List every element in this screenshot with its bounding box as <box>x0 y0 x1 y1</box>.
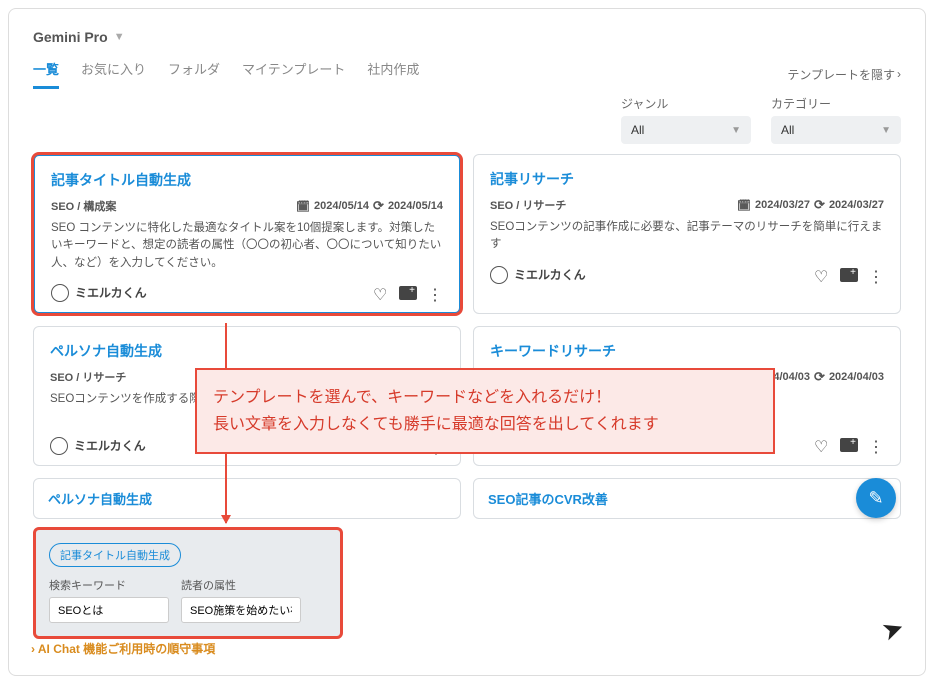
breadcrumb: SEO / 構成案 <box>51 198 116 214</box>
chevron-down-icon: ▼ <box>731 125 741 136</box>
keyword-label: 検索キーワード <box>49 577 169 593</box>
template-card[interactable]: 記事タイトル自動生成 SEO / 構成案 2024/05/14 2024/05/… <box>33 154 461 314</box>
selected-template-chip[interactable]: 記事タイトル自動生成 <box>49 543 181 567</box>
folder-add-icon[interactable] <box>840 438 858 452</box>
folder-add-icon[interactable] <box>399 286 417 300</box>
template-card-mini[interactable]: ペルソナ自動生成 <box>33 478 461 519</box>
heart-icon[interactable] <box>814 267 830 283</box>
more-icon[interactable] <box>427 285 443 301</box>
category-select[interactable]: All ▼ <box>771 116 901 144</box>
compliance-link[interactable]: AI Chat 機能ご利用時の順守事項 <box>31 640 215 657</box>
updated-date: 2024/05/14 <box>388 200 443 212</box>
card-title: キーワードリサーチ <box>490 341 884 361</box>
refresh-icon <box>814 369 825 385</box>
tab-favorites[interactable]: お気に入り <box>81 59 146 89</box>
tab-list[interactable]: 一覧 <box>33 59 59 89</box>
author: ミエルカくん <box>51 284 147 302</box>
genre-label: ジャンル <box>621 95 751 112</box>
updated-date: 2024/04/03 <box>829 371 884 383</box>
avatar-icon <box>50 437 68 455</box>
card-title: ペルソナ自動生成 <box>50 341 444 361</box>
breadcrumb: SEO / リサーチ <box>490 197 566 213</box>
hide-templates-link[interactable]: テンプレートを隠す › <box>787 66 901 83</box>
send-icon[interactable] <box>882 614 904 645</box>
card-title: 記事リサーチ <box>490 169 884 189</box>
heart-icon[interactable] <box>373 285 389 301</box>
attribute-input[interactable] <box>181 597 301 623</box>
calendar-icon <box>737 199 751 212</box>
created-date: 2024/03/27 <box>755 199 810 211</box>
annotation-callout: テンプレートを選んで、キーワードなどを入れるだけ！ 長い文章を入力しなくても勝手… <box>195 368 775 454</box>
more-icon[interactable] <box>868 267 884 283</box>
refresh-icon <box>373 198 384 214</box>
chevron-down-icon: ▼ <box>881 125 891 136</box>
model-selector[interactable]: Gemini Pro ▼ <box>33 29 901 45</box>
card-description: SEOコンテンツの記事作成に必要な、記事テーマのリサーチを簡単に行えます <box>490 219 884 254</box>
input-panel: 記事タイトル自動生成 検索キーワード 読者の属性 <box>33 527 343 639</box>
attribute-label: 読者の属性 <box>181 577 301 593</box>
author: ミエルカくん <box>50 437 146 455</box>
category-label: カテゴリー <box>771 95 901 112</box>
card-description: SEO コンテンツに特化した最適なタイトル案を10個提案します。対策したいキーワ… <box>51 220 443 272</box>
card-title: 記事タイトル自動生成 <box>51 170 443 190</box>
tab-folder[interactable]: フォルダ <box>168 59 220 89</box>
updated-date: 2024/03/27 <box>829 199 884 211</box>
breadcrumb: SEO / リサーチ <box>50 369 126 385</box>
heart-icon[interactable] <box>814 437 830 453</box>
avatar-icon <box>490 266 508 284</box>
genre-select[interactable]: All ▼ <box>621 116 751 144</box>
tabs: 一覧 お気に入り フォルダ マイテンプレート 社内作成 <box>33 59 419 89</box>
keyword-input[interactable] <box>49 597 169 623</box>
created-date: 2024/05/14 <box>314 200 369 212</box>
calendar-icon <box>296 200 310 213</box>
avatar-icon <box>51 284 69 302</box>
author: ミエルカくん <box>490 266 586 284</box>
tab-my-templates[interactable]: マイテンプレート <box>242 59 345 89</box>
chevron-down-icon: ▼ <box>114 31 125 43</box>
model-name: Gemini Pro <box>33 29 108 45</box>
more-icon[interactable] <box>868 437 884 453</box>
tab-internal[interactable]: 社内作成 <box>367 59 419 89</box>
template-card[interactable]: 記事リサーチ SEO / リサーチ 2024/03/27 2024/03/27 … <box>473 154 901 314</box>
edit-fab[interactable] <box>856 478 896 518</box>
refresh-icon <box>814 197 825 213</box>
template-card-mini[interactable]: SEO記事のCVR改善 <box>473 478 901 519</box>
folder-add-icon[interactable] <box>840 268 858 282</box>
chevron-right-icon: › <box>897 67 901 81</box>
